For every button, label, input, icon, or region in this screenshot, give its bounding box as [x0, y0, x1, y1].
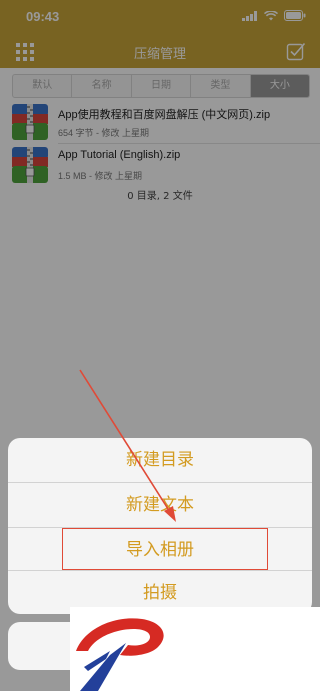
annotation-highlight-box	[62, 528, 268, 570]
new-folder-button[interactable]: 新建目录	[8, 438, 312, 482]
action-sheet: 新建目录 新建文本 导入相册 拍摄	[8, 438, 312, 614]
logo-icon	[76, 618, 164, 691]
new-text-button[interactable]: 新建文本	[8, 483, 312, 527]
watermark-logo	[70, 607, 320, 691]
